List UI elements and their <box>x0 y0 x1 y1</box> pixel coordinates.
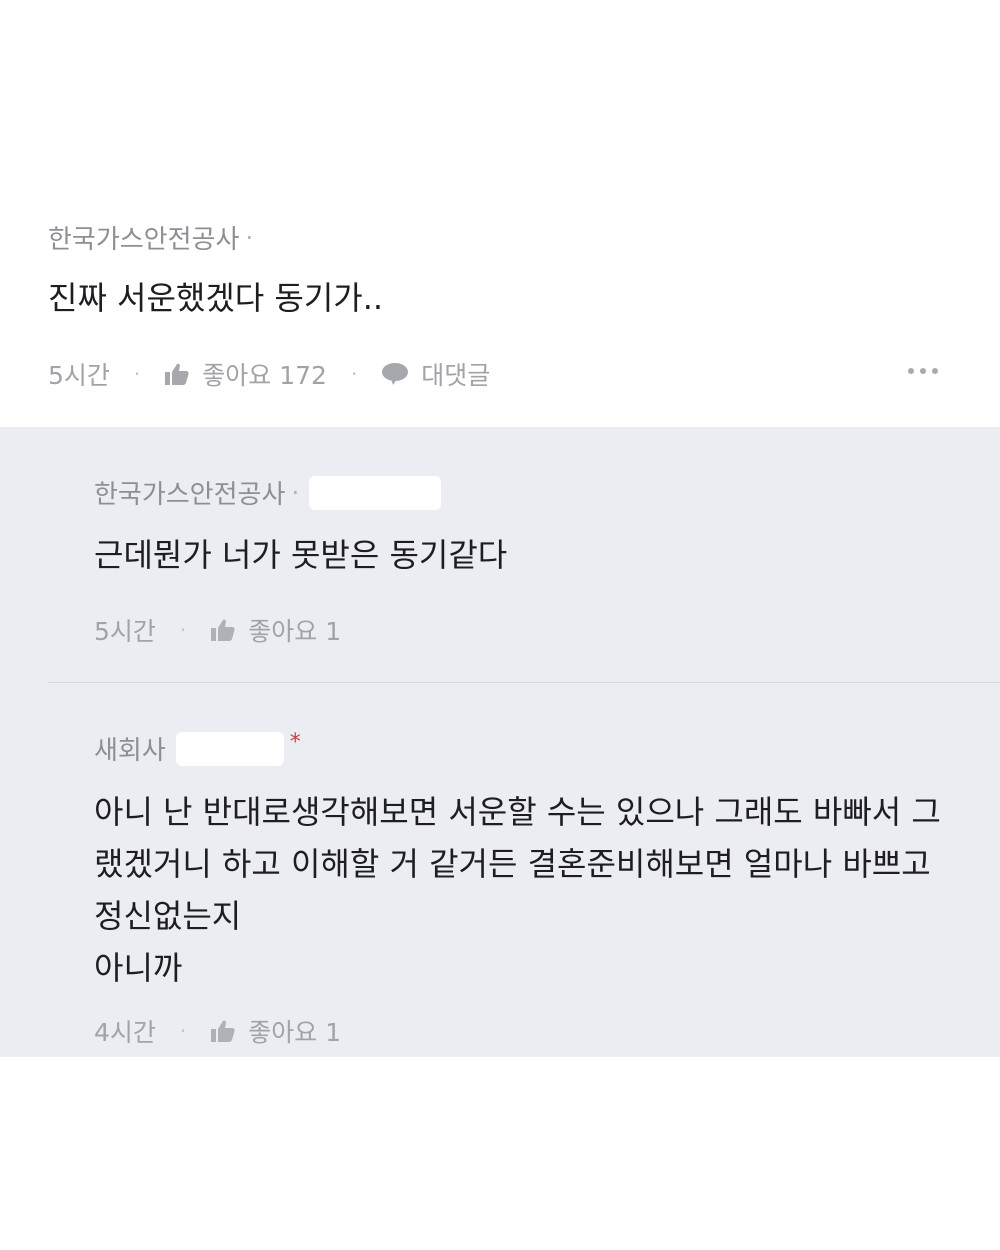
action-separator: · <box>350 362 358 386</box>
thumbs-up-icon <box>210 1019 236 1043</box>
action-separator: · <box>179 618 187 642</box>
reply-author[interactable]: 새회사 <box>94 730 166 767</box>
reply-header: 새회사 * <box>94 730 301 767</box>
redacted-name <box>309 475 442 510</box>
more-dot <box>908 368 914 374</box>
author-separator: · <box>291 478 300 507</box>
more-dot <box>932 368 938 374</box>
thumbs-up-icon <box>210 618 236 642</box>
reply-text: 아니 난 반대로생각해보면 서운할 수는 있으나 그래도 바빠서 그 랬겠거니 … <box>94 786 941 994</box>
reply-text: 근데뭔가 너가 못받은 동기같다 <box>94 536 508 574</box>
reply-text-line: 아니 난 반대로생각해보면 서운할 수는 있으나 그래도 바빠서 그 <box>94 793 941 831</box>
like-button[interactable]: 좋아요 1 <box>210 612 341 648</box>
author-badge: * <box>289 730 301 755</box>
comment-author[interactable]: 한국가스안전공사 <box>48 219 239 256</box>
reply-actions: 4시간 · 좋아요 1 <box>94 1013 341 1049</box>
comment-time: 5시간 <box>48 361 110 390</box>
comment-header: 한국가스안전공사 · <box>48 219 253 256</box>
more-dot <box>920 368 926 374</box>
reply-divider <box>48 682 1000 683</box>
action-separator: · <box>133 362 141 386</box>
reply-text-line: 정신없는지 <box>94 897 242 935</box>
like-button[interactable]: 좋아요 1 <box>210 1013 341 1049</box>
thumbs-up-icon <box>164 362 190 386</box>
action-separator: · <box>179 1019 187 1043</box>
more-dots-icon[interactable] <box>908 368 938 374</box>
comment: 한국가스안전공사 · 진짜 서운했겠다 동기가.. 5시간 · 좋아요 172 … <box>0 0 1000 427</box>
reply-author[interactable]: 한국가스안전공사 <box>94 474 285 511</box>
comment-actions: 5시간 · 좋아요 172 · 대댓글 <box>48 356 490 392</box>
reply-header: 한국가스안전공사 · <box>94 474 442 511</box>
like-button[interactable]: 좋아요 172 <box>164 356 327 392</box>
redacted-name <box>175 731 284 766</box>
reply-text-line: 랬겠거니 하고 이해할 거 같거든 결혼준비해보면 얼마나 바쁘고 <box>94 845 931 883</box>
speech-bubble-icon <box>381 362 409 386</box>
reply-button[interactable]: 대댓글 <box>381 356 490 392</box>
reply-time: 4시간 <box>94 1018 156 1047</box>
like-count: 좋아요 1 <box>248 1018 342 1047</box>
like-count: 좋아요 1 <box>248 617 342 646</box>
author-separator: · <box>245 223 254 252</box>
reply-text-line: 아니까 <box>94 949 183 987</box>
reply-label: 대댓글 <box>421 361 491 390</box>
reply-time: 5시간 <box>94 617 156 646</box>
reply-actions: 5시간 · 좋아요 1 <box>94 612 341 648</box>
like-count: 좋아요 172 <box>202 361 327 390</box>
comment-text: 진짜 서운했겠다 동기가.. <box>48 279 384 317</box>
